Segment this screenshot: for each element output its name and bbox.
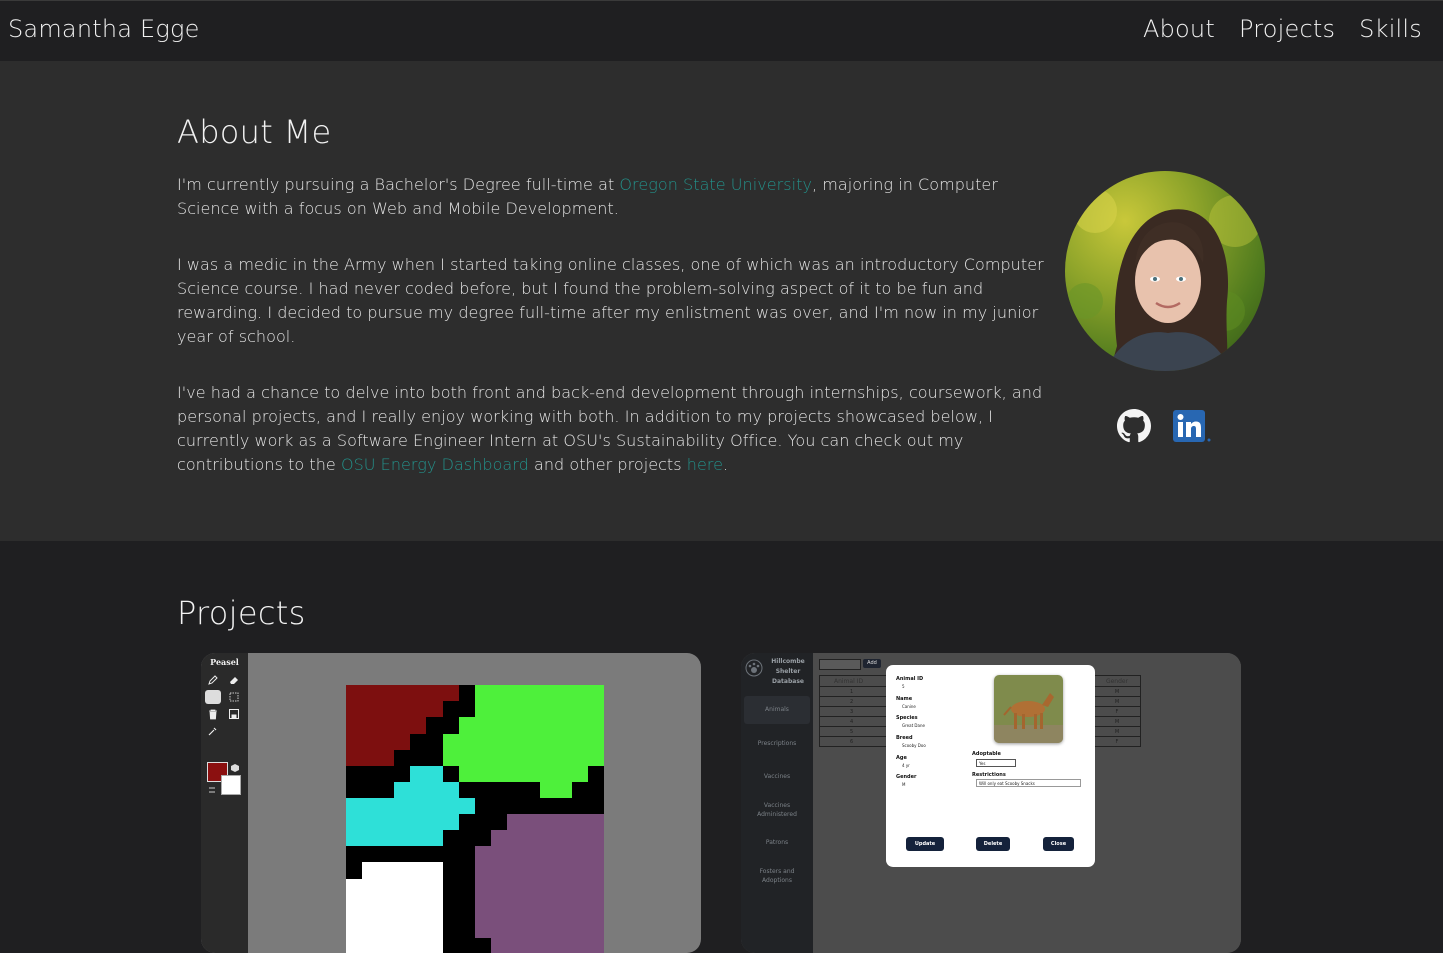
pixel-canvas[interactable]: [346, 685, 604, 953]
paw-logo-icon: [745, 659, 763, 677]
delete-button[interactable]: Delete: [976, 837, 1010, 851]
close-button[interactable]: Close: [1043, 837, 1074, 851]
energy-dashboard-link[interactable]: OSU Energy Dashboard: [341, 455, 529, 474]
linkedin-icon[interactable]: [1172, 409, 1212, 447]
db-filter-select[interactable]: [819, 659, 861, 670]
peasel-toolbar: Peasel: [201, 653, 248, 953]
db-nav-animals[interactable]: Animals: [744, 696, 810, 724]
db-nav-fosters-adoptions[interactable]: Fosters and Adoptions: [744, 867, 810, 885]
eraser-icon: [230, 677, 238, 684]
save-icon: [229, 709, 239, 719]
swap-colors-icon: [209, 787, 215, 793]
projects-heading: Projects: [177, 594, 306, 632]
nav-link-about[interactable]: About: [1143, 15, 1215, 43]
projects-here-link[interactable]: here: [687, 455, 723, 474]
about-text: I'm currently pursuing a Bachelor's Degr…: [177, 173, 1057, 509]
about-paragraph-1: I'm currently pursuing a Bachelor's Degr…: [177, 175, 998, 218]
about-paragraph-2: I was a medic in the Army when I started…: [177, 255, 1044, 346]
adoptable-select[interactable]: Yes: [976, 759, 1016, 767]
nav-links: About Projects Skills: [1143, 15, 1422, 43]
github-icon[interactable]: [1117, 409, 1151, 447]
animal-detail-modal: Animal ID 5 Name Canine Species Great Da…: [886, 665, 1095, 867]
eyedropper-icon: [208, 727, 217, 736]
projects-section: Projects Peasel Hillcombe Shelter Databa…: [0, 541, 1443, 953]
about-heading: About Me: [177, 113, 332, 151]
db-nav-patrons[interactable]: Patrons: [744, 838, 810, 847]
osu-link[interactable]: Oregon State University: [619, 175, 812, 194]
db-nav-vaccines[interactable]: Vaccines: [744, 772, 810, 781]
about-section: About Me I'm currently pursuing a Bachel…: [0, 61, 1443, 541]
secondary-color-swatch[interactable]: [221, 775, 241, 795]
profile-photo: [1065, 171, 1265, 371]
top-navbar: Samantha Egge About Projects Skills: [0, 0, 1443, 61]
pencil-icon: [208, 675, 218, 685]
peasel-app-name: Peasel: [210, 657, 239, 667]
trash-icon: [209, 709, 217, 720]
update-button[interactable]: Update: [906, 837, 944, 851]
restrictions-input[interactable]: Will only eat Scooby Snacks: [976, 779, 1081, 787]
project-card-shelter-db[interactable]: Hillcombe Shelter Database Animals Presc…: [741, 653, 1241, 953]
about-paragraph-3: I've had a chance to delve into both fro…: [177, 383, 1043, 474]
animal-photo: [994, 675, 1063, 743]
nav-link-skills[interactable]: Skills: [1359, 15, 1422, 43]
fill-bucket-icon: [205, 690, 221, 704]
db-add-button[interactable]: Add: [863, 659, 881, 668]
shelter-db-sidebar: Hillcombe Shelter Database Animals Presc…: [741, 653, 813, 953]
social-links: [1117, 409, 1212, 447]
select-icon: [229, 692, 239, 702]
project-card-peasel[interactable]: Peasel: [201, 653, 701, 953]
db-nav-vaccines-administered[interactable]: Vaccines Administered: [744, 801, 810, 819]
db-nav-prescriptions[interactable]: Prescriptions: [744, 739, 810, 748]
nav-link-projects[interactable]: Projects: [1239, 15, 1335, 43]
column-header-gender: Gender: [1093, 675, 1141, 687]
brand-name[interactable]: Samantha Egge: [8, 15, 200, 43]
shelter-db-title: Hillcombe Shelter Database: [771, 658, 805, 685]
color-cube-icon: [231, 764, 239, 772]
